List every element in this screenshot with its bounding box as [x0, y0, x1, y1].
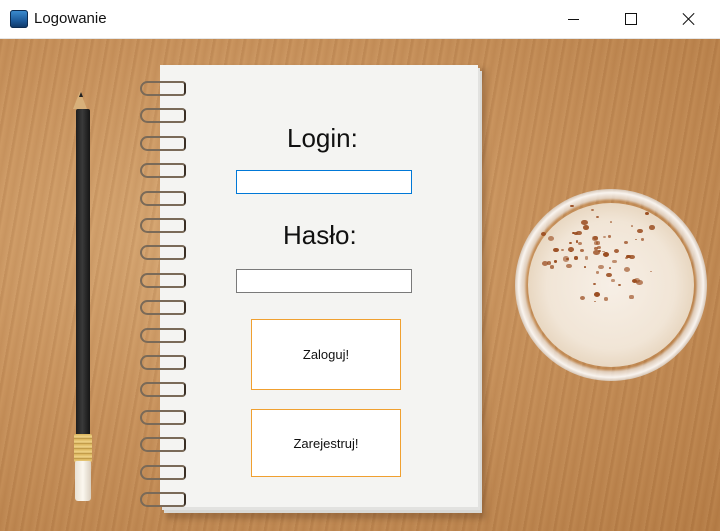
coffee-foam: [528, 203, 694, 367]
notebook-ring: [140, 108, 186, 124]
notebook-ring: [140, 135, 186, 151]
password-input[interactable]: [236, 269, 412, 293]
minimize-button[interactable]: [550, 0, 596, 38]
cinnamon-speck: [570, 204, 574, 208]
cinnamon-speck: [580, 295, 586, 300]
pencil-image: [76, 109, 90, 481]
cinnamon-speck: [612, 259, 617, 264]
app-icon: [10, 10, 28, 28]
cinnamon-speck: [593, 241, 598, 245]
notebook-ring: [140, 81, 186, 96]
cinnamon-speck: [584, 256, 589, 260]
cinnamon-speck: [602, 251, 610, 257]
cinnamon-speck: [562, 256, 570, 262]
cinnamon-speck: [595, 270, 600, 274]
cinnamon-speck: [567, 246, 575, 252]
register-button[interactable]: Zarejestruj!: [251, 409, 401, 477]
notebook-ring: [140, 272, 186, 288]
notebook-ring: [140, 382, 186, 398]
minimize-icon: [567, 18, 579, 20]
pencil-lead: [79, 92, 83, 97]
cinnamon-speck: [598, 264, 604, 270]
cinnamon-speck: [579, 248, 584, 252]
cinnamon-speck: [572, 232, 575, 235]
cinnamon-speck: [550, 265, 555, 269]
login-input[interactable]: [236, 170, 412, 194]
cinnamon-speck: [631, 279, 637, 284]
cinnamon-speck: [629, 295, 634, 299]
login-button[interactable]: Zaloguj!: [251, 319, 401, 390]
cinnamon-speck: [592, 236, 598, 241]
client-area: Login: Hasło: Zaloguj! Zarejestruj!: [0, 39, 720, 531]
cinnamon-speck: [583, 225, 589, 231]
notebook-ring: [140, 300, 186, 316]
login-label: Login:: [287, 123, 358, 153]
close-icon: [682, 12, 696, 26]
cinnamon-speck: [566, 263, 572, 269]
cinnamon-speck: [593, 300, 596, 303]
notebook-ring: [140, 464, 186, 480]
cinnamon-speck: [607, 234, 612, 238]
notebook-ring: [140, 492, 186, 507]
cinnamon-speck: [581, 219, 588, 225]
maximize-icon: [625, 13, 637, 25]
window-title: Logowanie: [34, 10, 107, 27]
notebook-ring: [140, 218, 186, 233]
title-bar: Logowanie: [0, 0, 720, 39]
cinnamon-speck: [606, 272, 612, 278]
cinnamon-speck: [598, 249, 601, 252]
cinnamon-speck: [649, 225, 655, 230]
cinnamon-speck: [561, 249, 564, 252]
notebook-ring: [140, 163, 186, 179]
notebook-ring: [140, 190, 186, 206]
cinnamon-speck: [540, 231, 547, 236]
cinnamon-speck: [593, 291, 600, 297]
cinnamon-speck: [547, 235, 555, 241]
pencil-ferrule: [74, 434, 92, 462]
cinnamon-speck: [593, 282, 596, 285]
maximize-button[interactable]: [608, 0, 654, 38]
cinnamon-speck: [640, 238, 645, 241]
password-label: Hasło:: [283, 220, 357, 250]
notebook-ring: [140, 355, 186, 370]
close-button[interactable]: [666, 0, 712, 38]
cinnamon-speck: [597, 246, 601, 249]
notebook-ring: [140, 409, 186, 425]
notebook-ring: [140, 327, 186, 343]
pencil-eraser: [75, 461, 91, 501]
cinnamon-speck: [611, 278, 616, 282]
notebook-ring: [140, 245, 186, 261]
notebook-ring: [140, 437, 186, 453]
cinnamon-speck: [617, 283, 622, 287]
